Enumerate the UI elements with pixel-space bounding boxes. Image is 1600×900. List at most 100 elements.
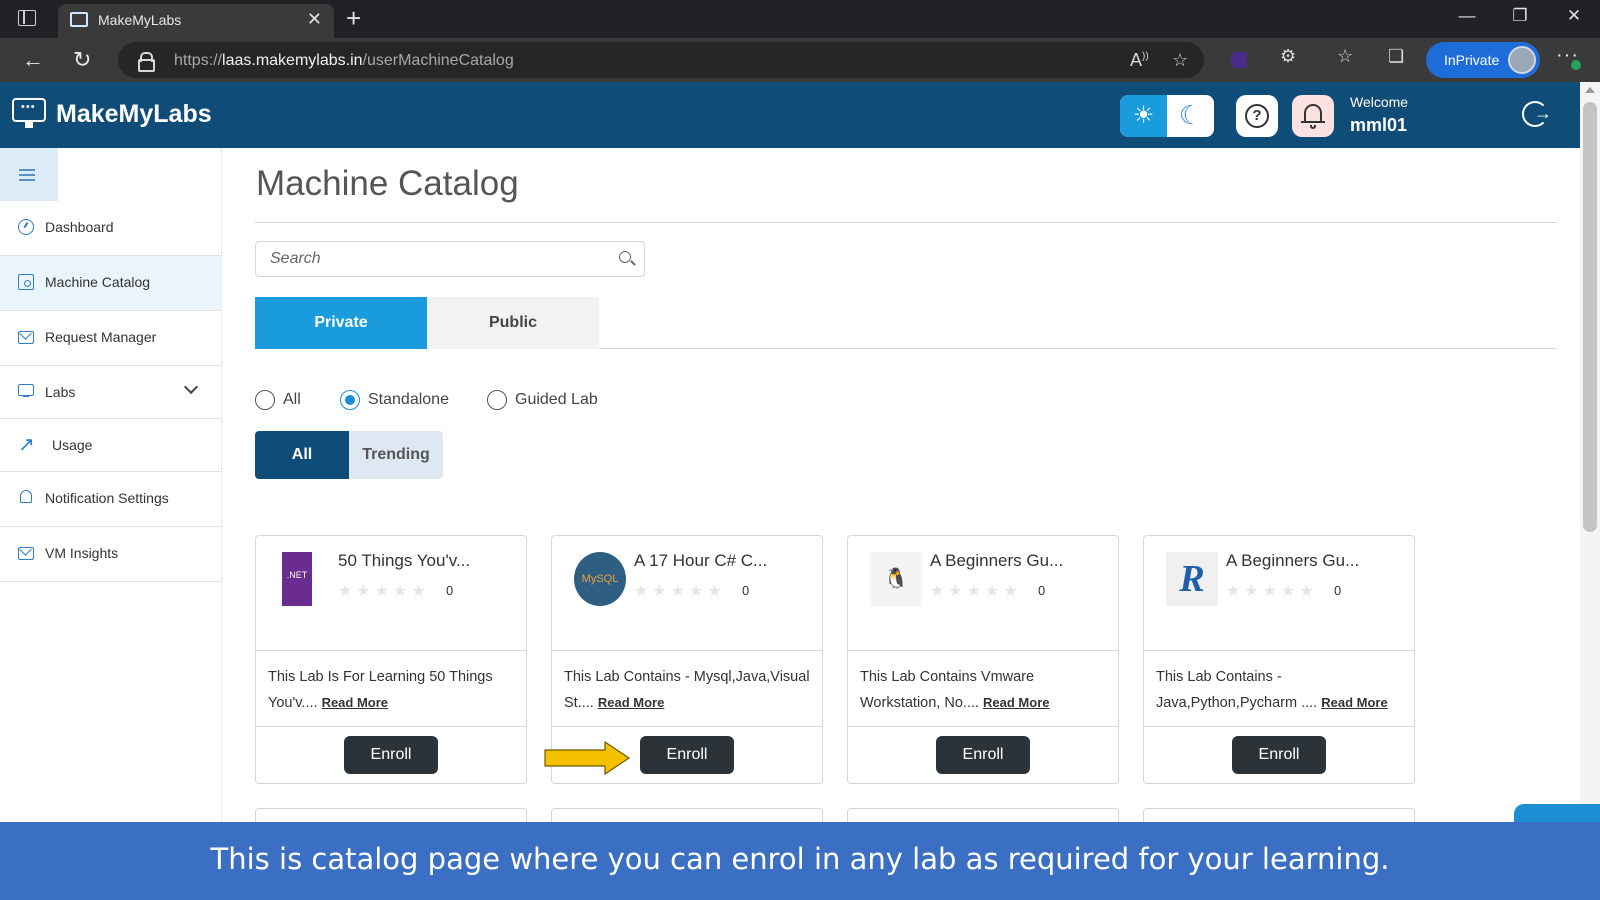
divider bbox=[848, 726, 1118, 727]
read-more-link[interactable]: Read More bbox=[598, 695, 664, 710]
radio-label: Guided Lab bbox=[515, 391, 598, 408]
sun-icon[interactable]: ☀ bbox=[1120, 95, 1167, 137]
search-input[interactable] bbox=[256, 242, 606, 276]
read-more-link[interactable]: Read More bbox=[983, 695, 1049, 710]
collections-icon[interactable]: ❏ bbox=[1388, 46, 1404, 67]
read-aloud-icon[interactable]: A)) bbox=[1130, 50, 1149, 71]
filter-all-button[interactable]: All bbox=[255, 431, 349, 479]
linux-logo-icon: 🐧 bbox=[870, 552, 922, 606]
new-tab-icon[interactable]: + bbox=[346, 3, 361, 34]
card-description: This Lab Contains - Mysql,Java,Visual St… bbox=[564, 664, 816, 716]
radio-indicator[interactable] bbox=[340, 390, 360, 410]
scroll-thumb[interactable] bbox=[1583, 102, 1597, 532]
rating-count: 0 bbox=[742, 583, 750, 598]
sidebar-item-label: Labs bbox=[45, 384, 76, 400]
description-text: This Lab Contains - Java,Python,Pycharm … bbox=[1156, 669, 1318, 711]
help-button[interactable]: ? bbox=[1236, 95, 1278, 137]
url-path: /userMachineCatalog bbox=[362, 52, 514, 69]
divider bbox=[599, 348, 1557, 349]
tab-private[interactable]: Private bbox=[255, 297, 427, 349]
menu-toggle-icon[interactable] bbox=[0, 148, 58, 201]
notifications-button[interactable] bbox=[1292, 95, 1334, 137]
extensions-puzzle-icon[interactable]: ⚙ bbox=[1280, 46, 1296, 67]
url-field[interactable]: https://laas.makemylabs.in/userMachineCa… bbox=[118, 42, 1204, 78]
sidebar-item-usage[interactable]: ↗ Usage bbox=[0, 419, 222, 472]
caption-text: This is catalog page where you can enrol… bbox=[210, 842, 1390, 876]
close-window-icon[interactable]: ✕ bbox=[1559, 6, 1589, 26]
card-header: R A Beginners Gu... ★★★★★ 0 bbox=[1144, 536, 1414, 651]
tab-title: MakeMyLabs bbox=[98, 12, 182, 28]
page-title: Machine Catalog bbox=[256, 164, 519, 203]
address-bar-row: ← ↻ https://laas.makemylabs.in/userMachi… bbox=[0, 38, 1600, 82]
card-title[interactable]: A Beginners Gu... bbox=[1226, 551, 1359, 571]
brand-name[interactable]: MakeMyLabs bbox=[56, 100, 212, 129]
card-description: This Lab Contains - Java,Python,Pycharm … bbox=[1156, 664, 1408, 716]
scroll-up-icon[interactable] bbox=[1585, 87, 1595, 93]
pointer-arrow-icon bbox=[544, 740, 631, 776]
username: mml01 bbox=[1350, 115, 1408, 135]
sidebar-item-label: Usage bbox=[52, 437, 93, 453]
read-more-link[interactable]: Read More bbox=[322, 695, 388, 710]
radio-label: Standalone bbox=[368, 391, 449, 408]
enroll-button[interactable]: Enroll bbox=[640, 736, 734, 774]
card-title[interactable]: 50 Things You'v... bbox=[338, 551, 470, 571]
enroll-button[interactable]: Enroll bbox=[344, 736, 438, 774]
logo-icon bbox=[12, 98, 46, 128]
lock-icon[interactable] bbox=[138, 52, 155, 72]
sidebar-item-dashboard[interactable]: Dashboard bbox=[0, 201, 222, 256]
sidebar-item-label: Dashboard bbox=[45, 219, 114, 235]
sidebar-item-label: Machine Catalog bbox=[45, 274, 151, 290]
sidebar-item-request-manager[interactable]: Request Manager bbox=[0, 311, 222, 366]
chevron-down-icon[interactable] bbox=[183, 379, 199, 395]
enroll-button[interactable]: Enroll bbox=[936, 736, 1030, 774]
sidebar-item-labs[interactable]: Labs bbox=[0, 366, 222, 419]
filter-trending-button[interactable]: Trending bbox=[349, 431, 443, 479]
url-prefix: https:// bbox=[174, 52, 223, 69]
refresh-icon[interactable]: ↻ bbox=[73, 47, 91, 73]
tab-public[interactable]: Public bbox=[427, 297, 599, 349]
browser-tab-bar: MakeMyLabs ✕ + — ❐ ✕ bbox=[0, 0, 1600, 38]
radio-indicator[interactable] bbox=[255, 390, 275, 410]
divider bbox=[1144, 726, 1414, 727]
divider bbox=[256, 726, 526, 727]
scrollbar[interactable] bbox=[1580, 82, 1600, 822]
mail-icon bbox=[18, 547, 34, 560]
divider bbox=[552, 726, 822, 727]
browser-tab[interactable]: MakeMyLabs ✕ bbox=[58, 4, 334, 38]
sidebar-item-label: Request Manager bbox=[45, 329, 157, 345]
star-rating-icon[interactable]: ★★★★★ bbox=[1226, 581, 1318, 601]
radio-indicator[interactable] bbox=[487, 390, 507, 410]
divider bbox=[255, 222, 1557, 223]
star-rating-icon[interactable]: ★★★★★ bbox=[930, 581, 1022, 601]
read-more-link[interactable]: Read More bbox=[1321, 695, 1387, 710]
star-rating-icon[interactable]: ★★★★★ bbox=[634, 581, 726, 601]
card-title[interactable]: A Beginners Gu... bbox=[930, 551, 1063, 571]
enroll-button[interactable]: Enroll bbox=[1232, 736, 1326, 774]
tab-actions-icon[interactable] bbox=[18, 10, 36, 26]
back-icon[interactable]: ← bbox=[22, 47, 44, 73]
inprivate-label: InPrivate bbox=[1444, 52, 1500, 68]
avatar bbox=[1508, 46, 1536, 74]
restore-icon[interactable]: ❐ bbox=[1505, 6, 1535, 26]
sidebar-item-machine-catalog[interactable]: Machine Catalog bbox=[0, 256, 222, 311]
search-icon[interactable] bbox=[619, 251, 631, 263]
extension-icon[interactable] bbox=[1231, 52, 1247, 68]
radio-label: All bbox=[283, 391, 301, 408]
add-favorite-icon[interactable]: ☆ bbox=[1172, 50, 1188, 71]
status-dot-icon bbox=[1571, 60, 1581, 70]
card-header: .NET 50 Things You'v... ★★★★★ 0 bbox=[256, 536, 526, 651]
card-description: This Lab Contains Vmware Workstation, No… bbox=[860, 664, 1112, 716]
rating-count: 0 bbox=[446, 583, 454, 598]
card-description: This Lab Is For Learning 50 Things You'v… bbox=[268, 664, 520, 716]
sidebar-item-vm-insights[interactable]: VM Insights bbox=[0, 527, 222, 582]
inprivate-button[interactable]: InPrivate bbox=[1426, 42, 1540, 78]
card-title[interactable]: A 17 Hour C# C... bbox=[634, 551, 767, 571]
star-rating-icon[interactable]: ★★★★★ bbox=[338, 581, 430, 601]
moon-icon[interactable]: ☾ bbox=[1167, 95, 1214, 137]
dashboard-icon bbox=[18, 219, 34, 235]
dotnet-logo-icon: .NET bbox=[282, 552, 312, 606]
sidebar-item-notification-settings[interactable]: Notification Settings bbox=[0, 472, 222, 527]
minimize-icon[interactable]: — bbox=[1452, 6, 1482, 26]
close-tab-icon[interactable]: ✕ bbox=[307, 9, 322, 30]
favorites-icon[interactable]: ☆ bbox=[1337, 46, 1353, 67]
